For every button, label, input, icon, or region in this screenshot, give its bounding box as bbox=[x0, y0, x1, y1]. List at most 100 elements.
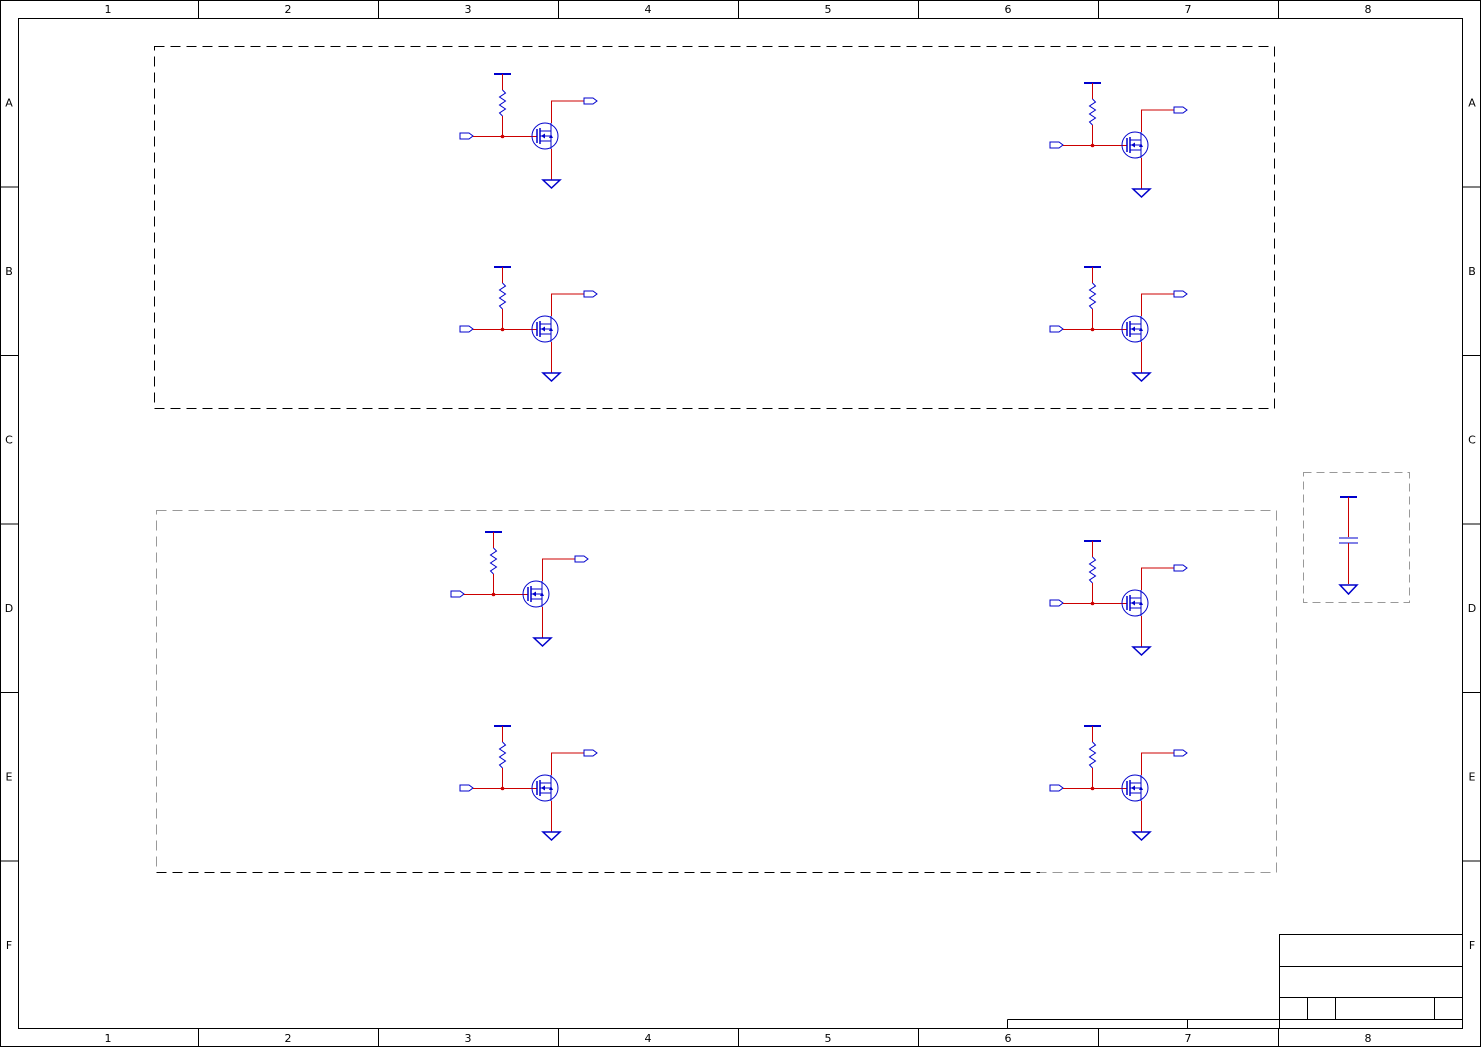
wire bbox=[542, 558, 575, 581]
column-label-top: 8 bbox=[1365, 3, 1372, 16]
row-label-left: F bbox=[6, 939, 12, 952]
lower-switch-group bbox=[156, 510, 1277, 873]
junction-dot bbox=[500, 134, 505, 139]
resistor-icon bbox=[1088, 556, 1097, 584]
row-band-right: A B C D E F bbox=[1463, 96, 1481, 952]
wire bbox=[1141, 109, 1174, 132]
junction-dot bbox=[1090, 601, 1095, 606]
switch-stage bbox=[1049, 266, 1188, 383]
switch-stage bbox=[1049, 540, 1188, 657]
output-port-icon bbox=[574, 555, 589, 563]
resistor-icon bbox=[498, 741, 507, 769]
wire bbox=[551, 100, 584, 123]
switch-stage bbox=[1049, 725, 1188, 842]
ground-icon bbox=[1131, 831, 1152, 842]
switch-stage bbox=[450, 531, 589, 648]
row-label-left: E bbox=[6, 770, 13, 783]
ground-icon bbox=[541, 179, 562, 190]
row-label-right: D bbox=[1468, 602, 1476, 615]
outer-border bbox=[0, 0, 1481, 1047]
wire bbox=[1141, 293, 1174, 316]
ground-icon bbox=[1131, 646, 1152, 657]
decoupling-capacitor bbox=[1338, 496, 1359, 596]
column-label-top: 1 bbox=[105, 3, 112, 16]
resistor-icon bbox=[1088, 282, 1097, 310]
resistor-icon bbox=[498, 89, 507, 117]
column-label-bottom: 1 bbox=[105, 1032, 112, 1045]
column-label-bottom: 7 bbox=[1185, 1032, 1192, 1045]
schematic-canvas: 1 2 3 4 5 6 7 8 1 2 3 4 5 6 7 8 A B C D E F A B C D E F bbox=[0, 0, 1481, 1047]
column-band-top: 1 2 3 4 5 6 7 8 bbox=[18, 0, 1462, 19]
switch-stage bbox=[459, 725, 598, 842]
row-label-left: A bbox=[5, 96, 13, 109]
output-port-icon bbox=[583, 290, 598, 298]
column-label-top: 6 bbox=[1005, 3, 1012, 16]
resistor-icon bbox=[489, 547, 498, 575]
input-port-icon bbox=[450, 590, 465, 598]
ground-icon bbox=[1338, 584, 1359, 596]
column-label-bottom: 5 bbox=[825, 1032, 832, 1045]
row-label-right: E bbox=[1469, 770, 1476, 783]
input-port-icon bbox=[459, 784, 474, 792]
column-label-top: 5 bbox=[825, 3, 832, 16]
ground-icon bbox=[1131, 188, 1152, 199]
junction-dot bbox=[491, 592, 496, 597]
schematic-sheet: 1 2 3 4 5 6 7 8 1 2 3 4 5 6 7 8 A B C D E F A B C D E F bbox=[0, 0, 1481, 1047]
wire bbox=[1141, 567, 1174, 590]
column-label-top: 3 bbox=[465, 3, 472, 16]
junction-dot bbox=[1090, 143, 1095, 148]
input-port-icon bbox=[1049, 784, 1064, 792]
output-port-icon bbox=[1173, 564, 1188, 572]
input-port-icon bbox=[1049, 599, 1064, 607]
column-label-bottom: 2 bbox=[285, 1032, 292, 1045]
title-field bbox=[1279, 934, 1463, 1029]
column-band-bottom: 1 2 3 4 5 6 7 8 bbox=[18, 1028, 1462, 1047]
column-label-bottom: 6 bbox=[1005, 1032, 1012, 1045]
wire bbox=[551, 752, 584, 775]
row-label-left: B bbox=[5, 265, 13, 278]
switch-stages bbox=[450, 73, 1188, 842]
input-port-icon bbox=[1049, 325, 1064, 333]
row-band-left: A B C D E F bbox=[0, 96, 18, 952]
ground-icon bbox=[541, 372, 562, 383]
row-label-right: C bbox=[1468, 433, 1476, 446]
junction-dot bbox=[1090, 786, 1095, 791]
column-label-bottom: 3 bbox=[465, 1032, 472, 1045]
row-label-right: B bbox=[1468, 265, 1476, 278]
junction-dot bbox=[500, 786, 505, 791]
row-label-right: F bbox=[1469, 939, 1475, 952]
switch-stage bbox=[459, 266, 598, 383]
title-block bbox=[1007, 934, 1463, 1029]
resistor-icon bbox=[1088, 741, 1097, 769]
input-port-icon bbox=[1049, 141, 1064, 149]
output-port-icon bbox=[1173, 106, 1188, 114]
resistor-icon bbox=[1088, 98, 1097, 126]
row-label-left: D bbox=[5, 602, 13, 615]
input-port-icon bbox=[459, 325, 474, 333]
output-port-icon bbox=[1173, 749, 1188, 757]
junction-dot bbox=[1090, 327, 1095, 332]
ground-icon bbox=[1131, 372, 1152, 383]
column-label-bottom: 4 bbox=[645, 1032, 652, 1045]
ground-icon bbox=[541, 831, 562, 842]
column-label-top: 7 bbox=[1185, 3, 1192, 16]
resistor-icon bbox=[498, 282, 507, 310]
switch-stage bbox=[459, 73, 598, 190]
column-label-bottom: 8 bbox=[1365, 1032, 1372, 1045]
column-label-top: 4 bbox=[645, 3, 652, 16]
output-port-icon bbox=[583, 97, 598, 105]
wire bbox=[1141, 752, 1174, 775]
input-port-icon bbox=[459, 132, 474, 140]
inner-border bbox=[18, 18, 1463, 1029]
output-port-icon bbox=[1173, 290, 1188, 298]
column-label-top: 2 bbox=[285, 3, 292, 16]
capacitor-icon bbox=[1339, 537, 1358, 544]
upper-switch-group bbox=[154, 46, 1275, 409]
switch-stage bbox=[1049, 82, 1188, 199]
ground-icon bbox=[532, 637, 553, 648]
output-port-icon bbox=[583, 749, 598, 757]
junction-dot bbox=[500, 327, 505, 332]
row-label-left: C bbox=[5, 433, 13, 446]
row-label-right: A bbox=[1468, 96, 1476, 109]
wire bbox=[551, 293, 584, 316]
